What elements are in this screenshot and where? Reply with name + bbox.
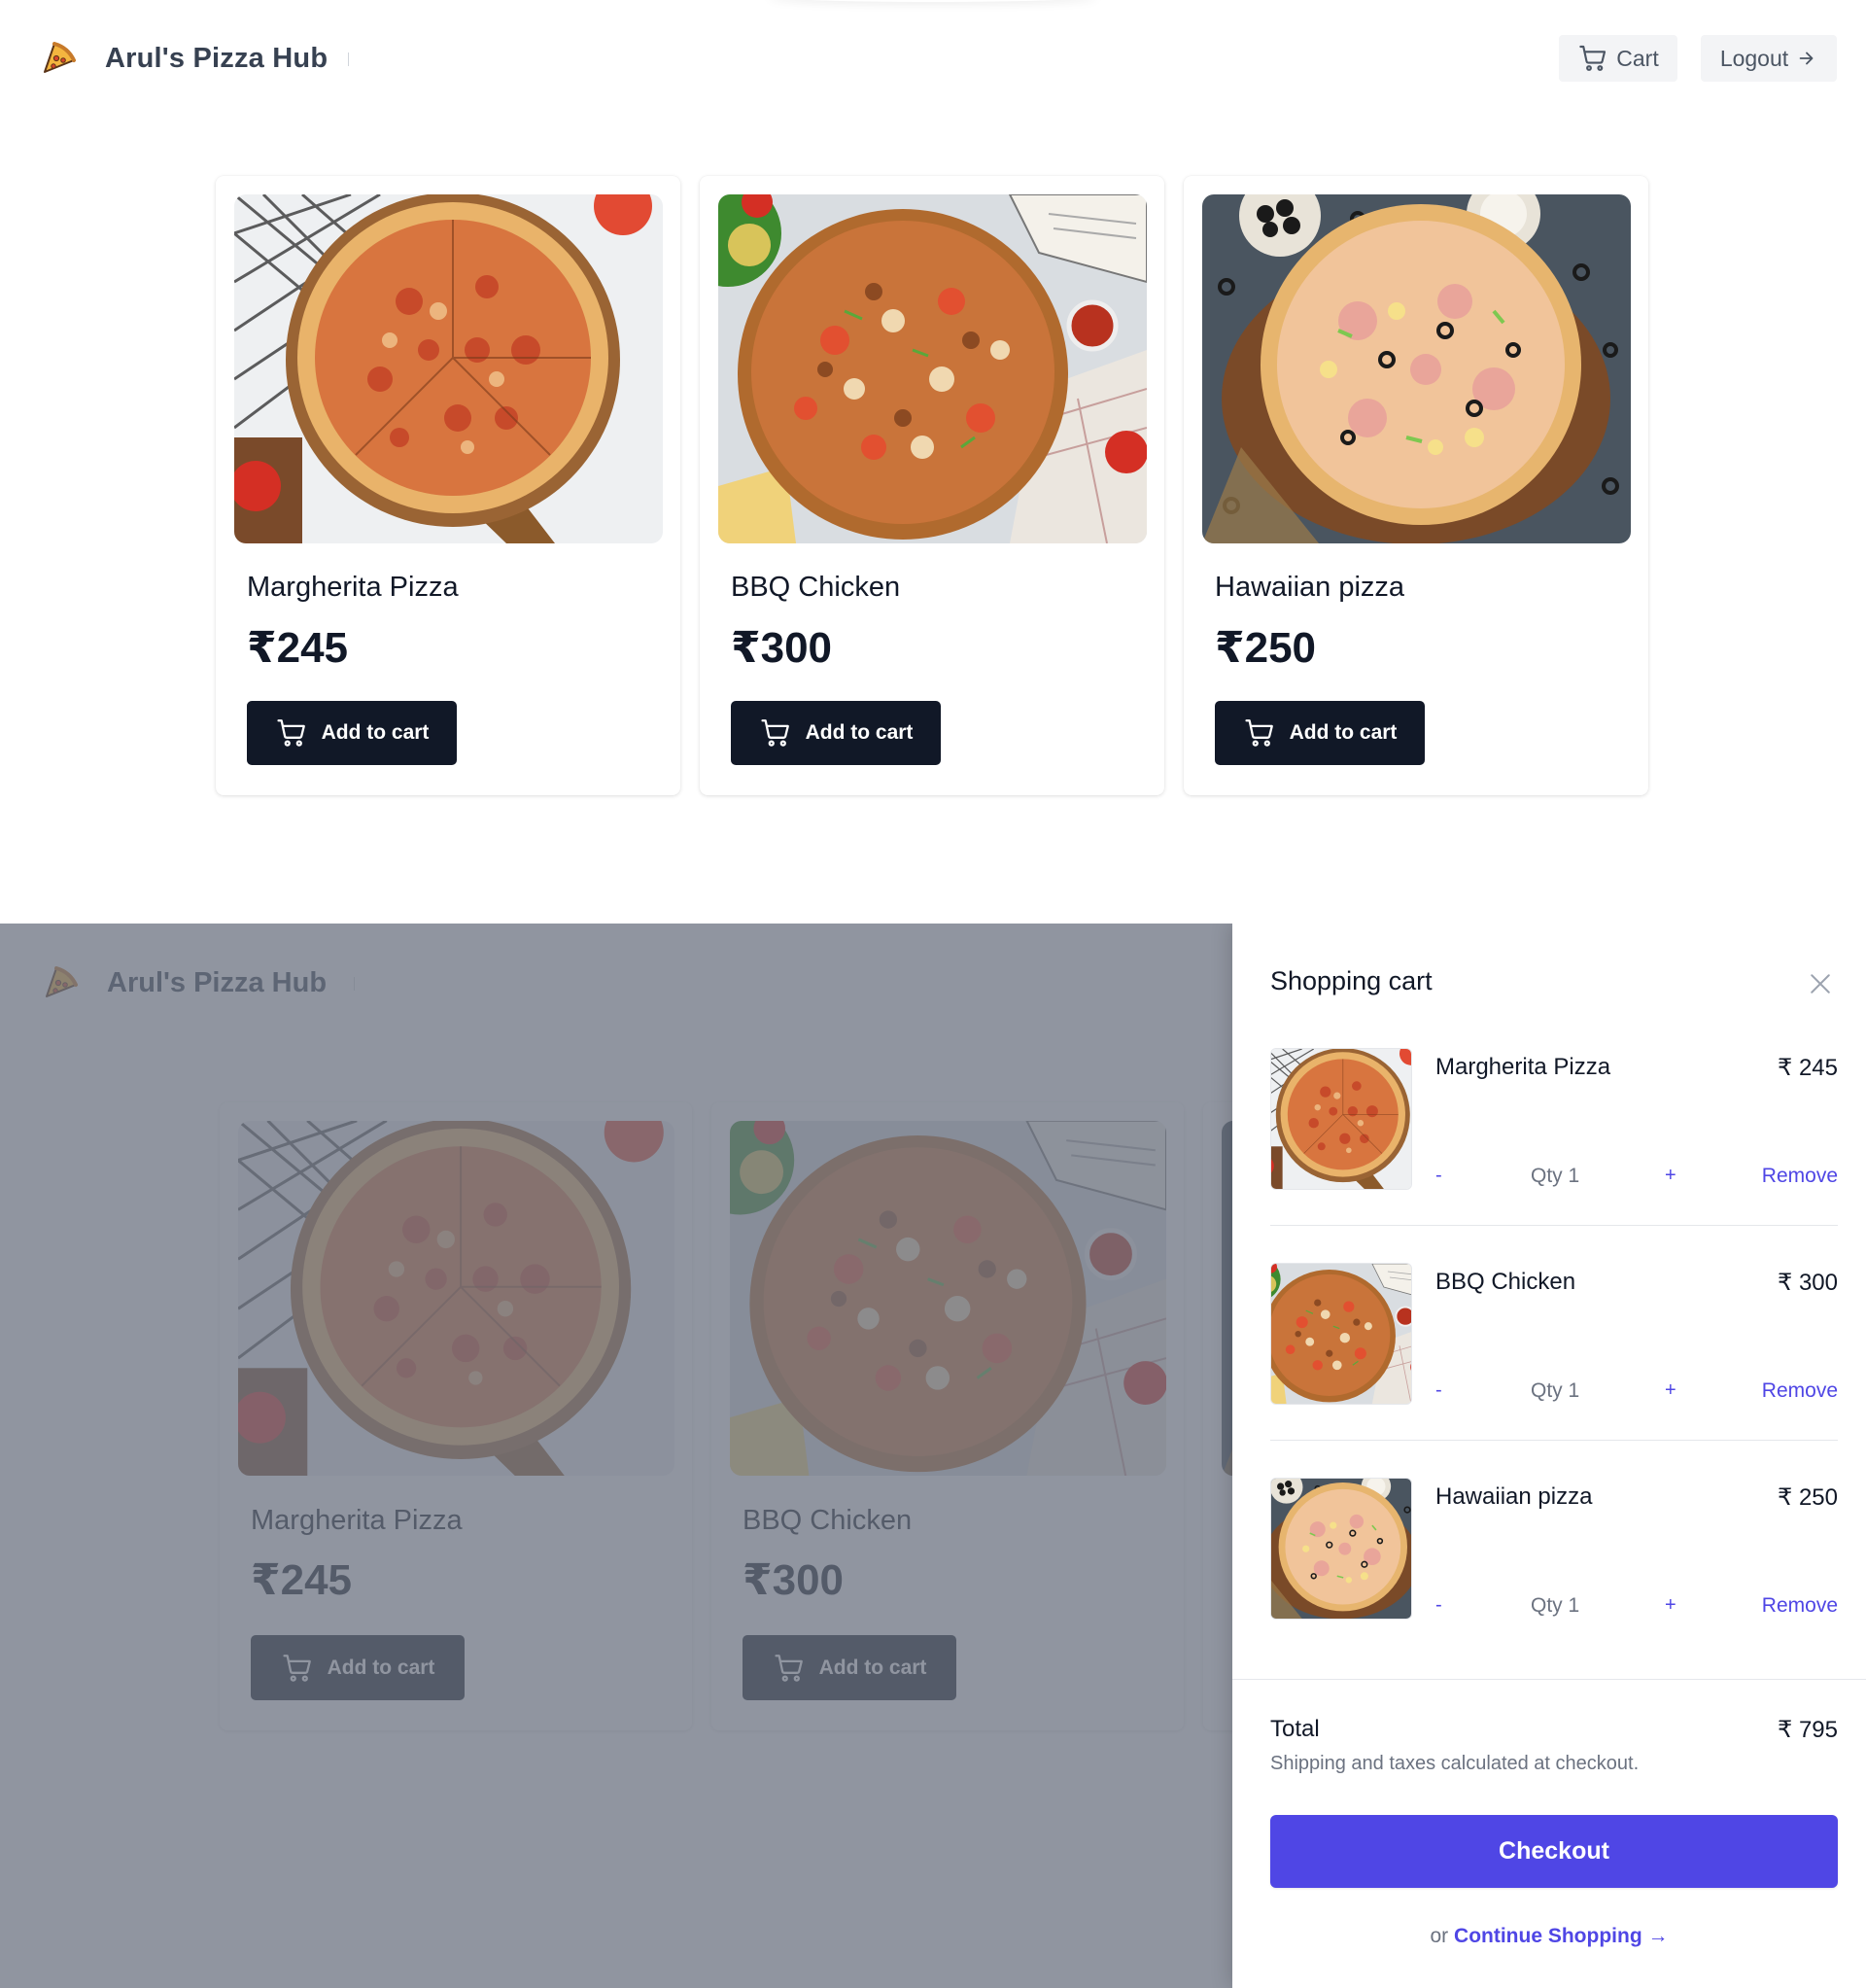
- top-shadow: [768, 0, 1098, 2]
- increase-qty-button[interactable]: +: [1665, 1594, 1676, 1617]
- product-name: Margherita Pizza: [247, 572, 459, 603]
- shopping-cart-drawer: Shopping cart Margherita Pizza ₹ 245 - Q…: [1232, 924, 1866, 1988]
- remove-button[interactable]: Remove: [1762, 1594, 1838, 1618]
- product-price: ₹250: [1215, 624, 1317, 672]
- cart-item: Margherita Pizza ₹ 245 - Qty 1 + Remove: [1270, 1048, 1838, 1263]
- decrease-qty-button[interactable]: -: [1435, 1379, 1442, 1402]
- arrow-right-icon: [1796, 48, 1817, 69]
- or-text: or: [1430, 1925, 1449, 1947]
- total-value: ₹ 795: [1778, 1717, 1838, 1743]
- margherita-pizza-thumbnail: [1270, 1048, 1412, 1190]
- cart-button[interactable]: Cart: [1559, 35, 1677, 82]
- add-to-cart-button[interactable]: Add to cart: [247, 701, 457, 765]
- cart-item-name: Margherita Pizza: [1435, 1054, 1611, 1080]
- hawaiian-pizza-thumbnail: [1270, 1478, 1412, 1620]
- shopping-cart-icon: [1243, 716, 1276, 750]
- cart-item-qty: Qty 1: [1531, 1165, 1580, 1187]
- logout-button-label: Logout: [1719, 45, 1789, 71]
- brand-title[interactable]: Arul's Pizza Hub: [105, 43, 328, 75]
- brand-divider: [348, 52, 349, 66]
- decrease-qty-button[interactable]: -: [1435, 1165, 1442, 1187]
- background-page: Arul's Pizza Hub Margherita Pizza ₹245 A…: [0, 924, 1232, 1988]
- product-card: BBQ Chicken ₹300 Add to cart: [700, 176, 1164, 795]
- shopping-cart-icon: [759, 716, 792, 750]
- product-price: ₹300: [731, 624, 833, 672]
- cart-item: BBQ Chicken ₹ 300 - Qty 1 + Remove: [1270, 1263, 1838, 1478]
- item-divider: [1270, 1225, 1838, 1226]
- hawaiian-pizza-image: [1202, 194, 1631, 543]
- cart-item-name: BBQ Chicken: [1435, 1269, 1576, 1295]
- margherita-pizza-image: [234, 194, 663, 543]
- shopping-cart-icon: [275, 716, 308, 750]
- modal-overlay[interactable]: [0, 924, 1232, 1988]
- product-name: BBQ Chicken: [731, 572, 901, 603]
- shopping-cart-icon: [1577, 43, 1608, 74]
- footer-divider: [1232, 1679, 1866, 1680]
- pizza-slice-icon[interactable]: [39, 39, 78, 78]
- cart-item: Hawaiian pizza ₹ 250 - Qty 1 + Remove: [1270, 1478, 1838, 1692]
- add-to-cart-button[interactable]: Add to cart: [731, 701, 941, 765]
- product-card: Hawaiian pizza ₹250 Add to cart: [1184, 176, 1648, 795]
- cart-item-price: ₹ 245: [1778, 1055, 1838, 1081]
- shipping-note: Shipping and taxes calculated at checkou…: [1270, 1753, 1640, 1774]
- product-name: Hawaiian pizza: [1215, 572, 1405, 603]
- continue-shopping-link[interactable]: Continue Shopping →: [1454, 1925, 1668, 1947]
- cart-item-qty: Qty 1: [1531, 1379, 1580, 1402]
- remove-button[interactable]: Remove: [1762, 1165, 1838, 1188]
- cart-button-label: Cart: [1616, 45, 1659, 71]
- bbq-chicken-pizza-thumbnail: [1270, 1263, 1412, 1405]
- product-price: ₹245: [247, 624, 349, 672]
- continue-shopping-row: or Continue Shopping →: [1232, 1925, 1866, 1948]
- increase-qty-button[interactable]: +: [1665, 1379, 1676, 1402]
- checkout-button[interactable]: Checkout: [1270, 1815, 1838, 1888]
- item-divider: [1270, 1440, 1838, 1441]
- product-card: Margherita Pizza ₹245 Add to cart: [216, 176, 680, 795]
- bbq-chicken-pizza-image: [718, 194, 1147, 543]
- cart-item-name: Hawaiian pizza: [1435, 1483, 1593, 1510]
- add-to-cart-label: Add to cart: [1289, 721, 1398, 744]
- cart-item-price: ₹ 250: [1778, 1484, 1838, 1511]
- cart-open-view: Arul's Pizza Hub Margherita Pizza ₹245 A…: [0, 924, 1866, 1988]
- add-to-cart-label: Add to cart: [805, 721, 914, 744]
- cart-item-price: ₹ 300: [1778, 1270, 1838, 1296]
- logout-button[interactable]: Logout: [1701, 35, 1837, 82]
- close-icon[interactable]: [1806, 969, 1835, 998]
- cart-item-qty: Qty 1: [1531, 1594, 1580, 1617]
- top-navbar: Arul's Pizza Hub Cart Logout: [0, 0, 1866, 122]
- decrease-qty-button[interactable]: -: [1435, 1594, 1442, 1617]
- product-grid: Margherita Pizza ₹245 Add to cart BBQ Ch…: [216, 176, 1648, 795]
- increase-qty-button[interactable]: +: [1665, 1165, 1676, 1187]
- add-to-cart-button[interactable]: Add to cart: [1215, 701, 1425, 765]
- total-label: Total: [1270, 1716, 1320, 1742]
- cart-title: Shopping cart: [1270, 966, 1433, 995]
- remove-button[interactable]: Remove: [1762, 1379, 1838, 1403]
- add-to-cart-label: Add to cart: [321, 721, 430, 744]
